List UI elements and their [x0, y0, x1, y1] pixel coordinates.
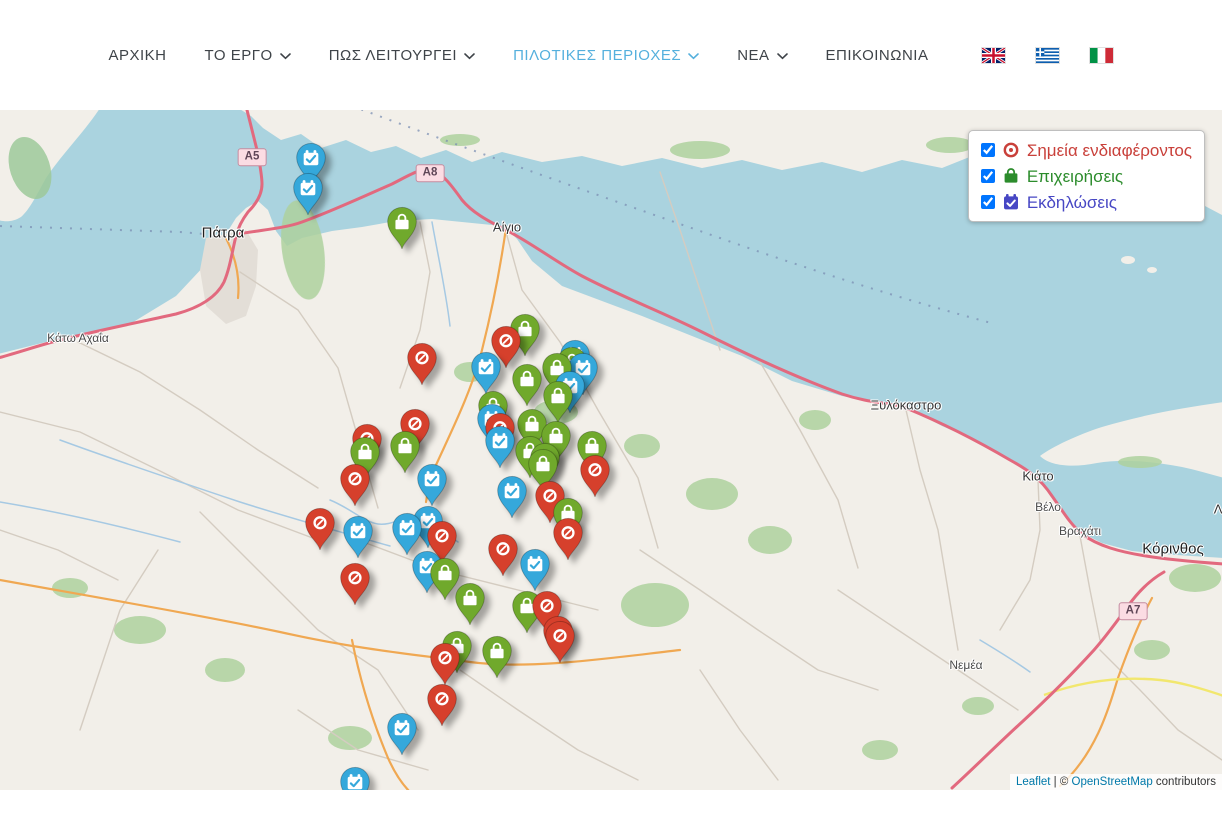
map-marker-event[interactable]: [483, 425, 517, 470]
layers-control: Σημεία ενδιαφέροντος Επιχειρήσεις Εκδηλώσε…: [968, 130, 1205, 222]
site-header: ΑΡΧΙΚΗ ΤΟ ΕΡΓΟ ΠΩΣ ΛΕΙΤΟΥΡΓΕΙ ΠΙΛΟΤΙΚΕΣ ΠΕΡ…: [0, 0, 1222, 110]
attribution-sep: | ©: [1050, 776, 1071, 788]
map-marker-poi[interactable]: [578, 454, 612, 499]
nav-item-label: ΠΩΣ ΛΕΙΤΟΥΡΓΕΙ: [329, 47, 457, 64]
map-marker-event[interactable]: [291, 172, 325, 217]
leaflet-link[interactable]: Leaflet: [1016, 776, 1051, 788]
nav-item-label: ΤΟ ΕΡΓΟ: [205, 47, 273, 64]
chevron-down-icon: [280, 53, 291, 60]
map-marker-business[interactable]: [385, 206, 419, 251]
map-marker-event[interactable]: [495, 475, 529, 520]
osm-link[interactable]: OpenStreetMap: [1072, 776, 1153, 788]
map-marker-event[interactable]: [415, 463, 449, 508]
nav-item-label: ΕΠΙΚΟΙΝΩΝΙΑ: [826, 47, 929, 64]
map-marker-business[interactable]: [510, 363, 544, 408]
map-container[interactable]: ΠάτραΑίγιοΚάτω ΑχαΐαΞυλόκαστροΚιάτοΒέλοΒ…: [0, 110, 1222, 790]
chevron-down-icon: [777, 53, 788, 60]
map-marker-poi[interactable]: [405, 342, 439, 387]
english-flag[interactable]: [982, 48, 1005, 63]
road-shield-A8: A8: [416, 164, 445, 182]
map-marker-poi[interactable]: [303, 507, 337, 552]
map-marker-business[interactable]: [480, 635, 514, 680]
map-marker-poi[interactable]: [486, 533, 520, 578]
road-shield-A5: A5: [238, 148, 267, 166]
target-icon: [1002, 141, 1020, 159]
map-marker-poi[interactable]: [551, 517, 585, 562]
road-shield-A7: A7: [1119, 602, 1148, 620]
calendar-icon: [1002, 193, 1020, 211]
legend-checkbox-event[interactable]: [981, 195, 995, 209]
map-marker-event[interactable]: [385, 712, 419, 757]
language-switcher: [982, 48, 1113, 63]
map-marker-poi[interactable]: [543, 620, 577, 665]
legend-label: Επιχειρήσεις: [1027, 168, 1123, 185]
nav-item-label: ΠΙΛΟΤΙΚΕΣ ΠΕΡΙΟΧΕΣ: [513, 47, 681, 64]
map-marker-event[interactable]: [338, 766, 372, 790]
map-marker-event[interactable]: [341, 515, 375, 560]
italian-flag[interactable]: [1090, 48, 1113, 63]
greek-flag[interactable]: [1036, 48, 1059, 63]
shopping-bag-icon: [1002, 167, 1020, 185]
nav-item-2[interactable]: ΤΟ ΕΡΓΟ: [205, 47, 291, 64]
nav-item-4[interactable]: ΠΙΛΟΤΙΚΕΣ ΠΕΡΙΟΧΕΣ: [513, 47, 699, 64]
chevron-down-icon: [464, 53, 475, 60]
legend-checkbox-business[interactable]: [981, 169, 995, 183]
legend-item-event[interactable]: Εκδηλώσεις: [981, 193, 1192, 211]
nav-item-label: ΝΕΑ: [737, 47, 769, 64]
nav-item-1[interactable]: ΑΡΧΙΚΗ: [109, 47, 167, 64]
attribution: Leaflet | © OpenStreetMap contributors: [1010, 774, 1222, 790]
nav-item-3[interactable]: ΠΩΣ ΛΕΙΤΟΥΡΓΕΙ: [329, 47, 475, 64]
map-marker-poi[interactable]: [338, 562, 372, 607]
legend-label: Σημεία ενδιαφέροντος: [1027, 142, 1192, 159]
map-marker-poi[interactable]: [338, 463, 372, 508]
map-marker-business[interactable]: [453, 582, 487, 627]
legend-label: Εκδηλώσεις: [1027, 194, 1117, 211]
page: ΑΡΧΙΚΗ ΤΟ ΕΡΓΟ ΠΩΣ ΛΕΙΤΟΥΡΓΕΙ ΠΙΛΟΤΙΚΕΣ ΠΕΡ…: [0, 0, 1222, 840]
map-marker-poi[interactable]: [425, 683, 459, 728]
legend-checkbox-poi[interactable]: [981, 143, 995, 157]
map-marker-poi[interactable]: [428, 642, 462, 687]
map-marker-event[interactable]: [518, 548, 552, 593]
nav-item-label: ΑΡΧΙΚΗ: [109, 47, 167, 64]
legend-item-poi[interactable]: Σημεία ενδιαφέροντος: [981, 141, 1192, 159]
main-nav: ΑΡΧΙΚΗ ΤΟ ΕΡΓΟ ΠΩΣ ΛΕΙΤΟΥΡΓΕΙ ΠΙΛΟΤΙΚΕΣ ΠΕΡ…: [109, 47, 929, 64]
nav-item-6[interactable]: ΕΠΙΚΟΙΝΩΝΙΑ: [826, 47, 929, 64]
nav-item-5[interactable]: ΝΕΑ: [737, 47, 787, 64]
chevron-down-icon: [688, 53, 699, 60]
attribution-suffix: contributors: [1153, 776, 1216, 788]
legend-item-business[interactable]: Επιχειρήσεις: [981, 167, 1192, 185]
